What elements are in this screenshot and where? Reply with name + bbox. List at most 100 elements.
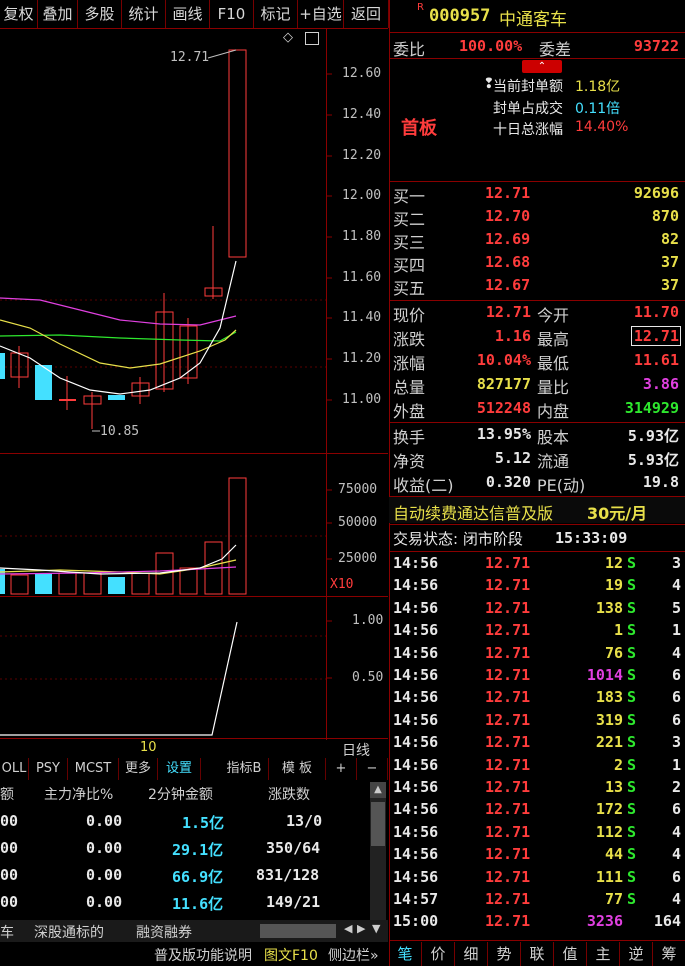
toolbar-overlay[interactable]: 叠加 — [38, 0, 78, 28]
tick-p: 12.71 — [485, 890, 531, 908]
toolbar-draw-line[interactable]: 画线 — [166, 0, 210, 28]
f10-link[interactable]: 图文F10 — [264, 945, 318, 965]
weicha-label: 委差 — [539, 40, 572, 59]
help-link[interactable]: 普及版功能说明 — [154, 945, 252, 965]
tick-p: 12.71 — [485, 822, 531, 841]
tick-n: 6 — [671, 867, 681, 886]
table-row[interactable]: 00 0.00 29.1亿 350/64 — [0, 839, 368, 863]
tick-v: 12 — [604, 554, 623, 572]
scroll-left-arrow-icon[interactable]: ◀ — [344, 922, 352, 935]
toolbar-restore-rights[interactable]: 复权 — [0, 0, 38, 28]
tab-value[interactable]: 值 — [554, 942, 587, 966]
bid-row[interactable]: 买二 12.70 870 — [389, 206, 685, 229]
tick-p: 12.71 — [485, 845, 531, 864]
tab-linked[interactable]: 联 — [521, 942, 554, 966]
tick-p: 12.71 — [485, 867, 531, 886]
toolbar-f10[interactable]: F10 — [210, 0, 254, 28]
tick-n: 4 — [671, 822, 681, 841]
price-axis-label: 12.60 — [342, 66, 382, 81]
volume-axis-label: 25000 — [338, 551, 378, 566]
nav-item[interactable]: 车 — [0, 922, 14, 942]
table-row[interactable]: 00 0.00 11.6亿 149/21 — [0, 893, 368, 917]
tick-row: 14:56 12.71 19 S 4 — [389, 574, 685, 596]
tab-more[interactable]: 更多 — [119, 758, 158, 780]
sidebar-toggle[interactable]: 侧边栏» — [328, 945, 379, 965]
tick-p: 12.71 — [485, 710, 531, 729]
toolbar-mark[interactable]: 标记 — [254, 0, 298, 28]
toolbar-multi-stock[interactable]: 多股 — [78, 0, 122, 28]
column-header: 涨跌数 — [268, 787, 310, 803]
toolbar-statistics[interactable]: 统计 — [122, 0, 166, 28]
tab-indicator-mcst[interactable]: MCST — [68, 758, 119, 780]
tick-t: 14:56 — [393, 845, 439, 864]
subscription-banner[interactable]: 自动续费通达信普及版 30元/月 — [389, 497, 685, 523]
tick-s: S — [627, 845, 637, 864]
zoom-in-button[interactable]: + — [326, 758, 357, 780]
scroll-down-arrow-icon[interactable]: ▼ — [372, 922, 380, 935]
toolbar-add-favorite[interactable]: +自选 — [298, 0, 344, 28]
diamond-icon[interactable]: ◇ — [283, 30, 293, 45]
tick-t: 14:56 — [393, 755, 439, 774]
panel-toggle-icon[interactable] — [305, 32, 319, 45]
nav-item-sz-connect[interactable]: 深股通标的 — [34, 922, 104, 942]
collapse-chevron-up-icon[interactable]: ⌃ — [522, 60, 562, 73]
tick-n: 5 — [671, 598, 681, 617]
quote-row: 涨幅 10.04% 最低 11.61 — [393, 351, 679, 373]
tick-row: 14:56 12.71 111 S 6 — [389, 866, 685, 888]
quote-detail-tabs: 笔 价 细 势 联 值 主 逆 筹 — [389, 942, 685, 966]
quote-row: 外盘 512248 内盘 314929 — [393, 399, 679, 421]
tab-indicator-oll[interactable]: OLL — [0, 758, 29, 780]
zoom-out-button[interactable]: − — [357, 758, 388, 780]
tick-v: 319 — [595, 710, 623, 729]
toolbar-back[interactable]: 返回 — [344, 0, 389, 28]
tick-v: 76 — [604, 643, 623, 662]
seal-amount-value: 1.18亿 — [575, 79, 621, 95]
quote-row: 现价 12.71 今开 11.70 — [393, 303, 679, 325]
tab-trades[interactable]: 笔 — [389, 942, 422, 966]
stock-code: 000957 — [429, 6, 491, 26]
tick-p: 12.71 — [485, 755, 531, 774]
table-row[interactable]: 00 0.00 1.5亿 13/0 — [0, 812, 368, 836]
tick-row: 14:56 12.71 221 S 3 — [389, 731, 685, 753]
tick-v: 44 — [604, 845, 623, 864]
scroll-up-arrow-icon[interactable]: ▲ — [370, 782, 386, 798]
tick-s: S — [627, 867, 637, 886]
tab-trend[interactable]: 势 — [488, 942, 521, 966]
kline-chart-area[interactable]: 12.60 12.40 12.20 12.00 11.80 11.60 11.4… — [0, 28, 388, 740]
market-nav: 车 深股通标的 融资融券 ◀ ▶ ▼ — [0, 920, 388, 942]
tab-main-force[interactable]: 主 — [587, 942, 620, 966]
tick-p: 12.71 — [485, 688, 531, 707]
tab-indicator-b[interactable]: 指标B — [220, 758, 269, 780]
nav-item-margin[interactable]: 融资融券 — [136, 922, 192, 942]
tab-indicator-psy[interactable]: PSY — [29, 758, 68, 780]
period-selector[interactable]: 日线 — [342, 740, 370, 760]
tab-template[interactable]: 模 板 — [269, 758, 326, 780]
tick-s: S — [627, 800, 637, 819]
bid-row[interactable]: 买五 12.67 37 — [389, 275, 685, 298]
bid-row[interactable]: 买四 12.68 37 — [389, 252, 685, 275]
bid-row[interactable]: 买一 12.71 92696 — [389, 183, 685, 206]
bid-row[interactable]: 买三 12.69 82 — [389, 229, 685, 252]
tab-reverse[interactable]: 逆 — [620, 942, 653, 966]
tick-row: 14:56 12.71 1014 S 6 — [389, 664, 685, 686]
tab-chips[interactable]: 筹 — [653, 942, 685, 966]
tab-settings[interactable]: 设置 — [158, 758, 201, 780]
scrollbar-thumb[interactable] — [371, 802, 385, 846]
horizontal-scrollbar[interactable] — [260, 924, 336, 938]
table-row[interactable]: 00 0.00 66.9亿 831/128 — [0, 866, 368, 890]
tab-detail[interactable]: 细 — [455, 942, 488, 966]
scroll-right-arrow-icon[interactable]: ▶ — [357, 922, 365, 935]
board-title: 首板 — [401, 118, 437, 139]
vertical-scrollbar[interactable]: ▲ — [370, 782, 386, 920]
finance-row: 净资 5.12 流通 5.93亿 — [393, 449, 679, 471]
tab-price[interactable]: 价 — [422, 942, 455, 966]
tick-n: 4 — [671, 576, 681, 595]
tick-v: 2 — [613, 755, 623, 774]
tick-t: 14:56 — [393, 666, 439, 684]
tick-row: 14:56 12.71 138 S 5 — [389, 597, 685, 619]
price-axis-label: 11.20 — [342, 351, 382, 366]
tick-t: 14:56 — [393, 576, 439, 595]
kline-chart-svg[interactable] — [0, 28, 388, 740]
tick-list[interactable]: 14:56 12.71 12 S 3 14:56 12.71 19 S 4 14:56 12.71 13… — [389, 552, 685, 940]
volume-axis-label: 75000 — [338, 482, 378, 497]
